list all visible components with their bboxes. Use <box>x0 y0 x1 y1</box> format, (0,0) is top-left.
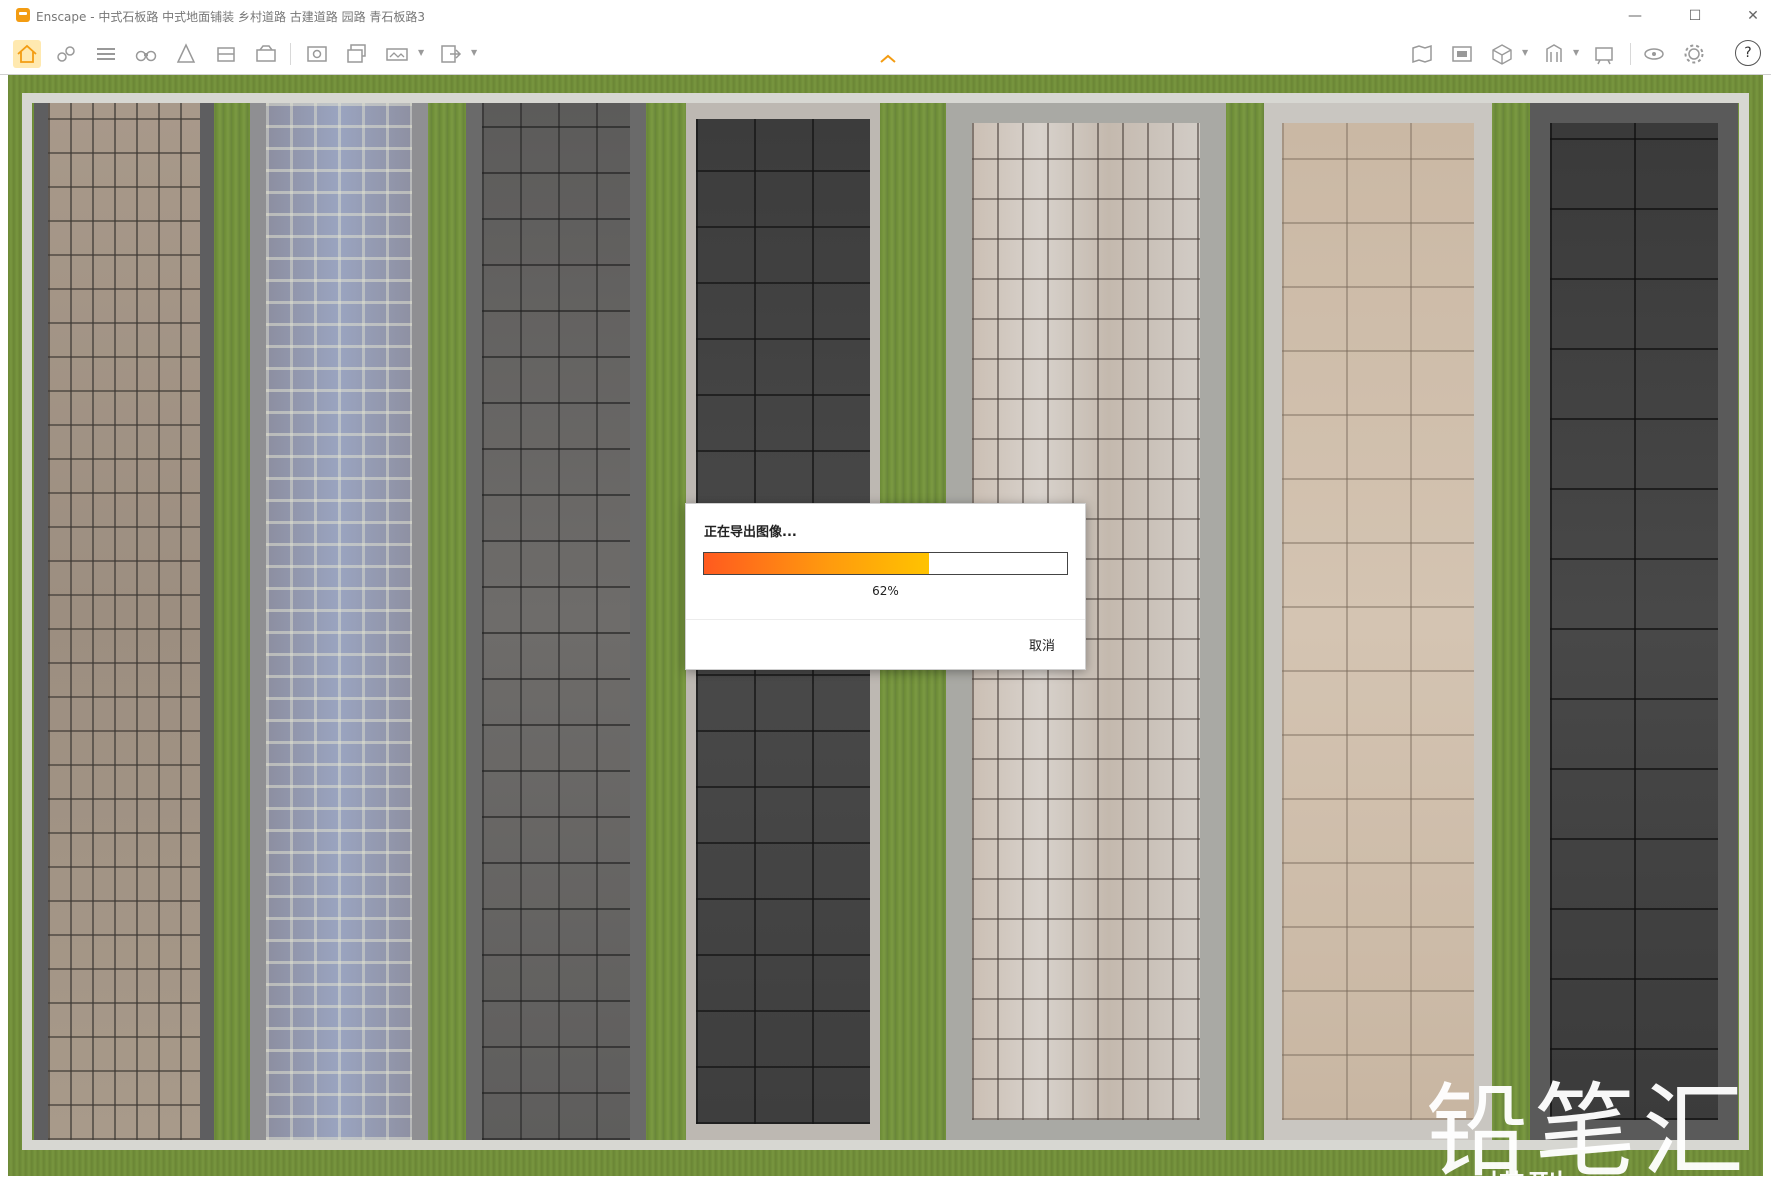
feedback-icon[interactable] <box>1640 40 1668 68</box>
enscape-logo-icon <box>16 8 30 22</box>
screenshot-icon[interactable] <box>303 40 331 68</box>
gear-icon[interactable] <box>1680 40 1708 68</box>
collapse-toolbar-icon[interactable] <box>878 52 898 66</box>
chevron-down-icon[interactable]: ▼ <box>471 49 479 57</box>
minimize-button[interactable]: — <box>1620 4 1650 28</box>
view-management-icon[interactable] <box>252 40 280 68</box>
title-bar: Enscape - 中式石板路 中式地面铺装 乡村道路 古建道路 园路 青石板路… <box>0 0 1771 35</box>
export-icon[interactable] <box>436 40 464 68</box>
link-icon[interactable] <box>52 40 80 68</box>
maximize-button[interactable]: ☐ <box>1680 4 1710 28</box>
bim-icon[interactable] <box>92 40 120 68</box>
paving-strip <box>1264 103 1492 1140</box>
progress-fill <box>704 553 930 574</box>
chevron-down-icon[interactable]: ▼ <box>418 49 426 57</box>
panorama-icon[interactable] <box>383 40 411 68</box>
progress-bar <box>703 552 1068 575</box>
chevron-down-icon[interactable]: ▼ <box>1573 49 1581 57</box>
uploads-icon[interactable] <box>1448 40 1476 68</box>
chevron-down-icon[interactable]: ▼ <box>1522 49 1530 57</box>
help-button[interactable]: ? <box>1735 40 1761 66</box>
batch-render-icon[interactable] <box>343 40 371 68</box>
paving-strip <box>466 103 646 1140</box>
settings-icon[interactable] <box>1590 40 1618 68</box>
paving-strip <box>250 103 428 1140</box>
dialog-title: 正在导出图像... <box>704 525 797 540</box>
asset-icon[interactable] <box>1540 40 1568 68</box>
cancel-button[interactable]: 取消 <box>1029 635 1055 654</box>
cube-view-icon[interactable] <box>1488 40 1516 68</box>
dialog-divider <box>686 619 1085 620</box>
progress-percent: 62% <box>872 584 899 598</box>
paving-strip <box>1530 103 1738 1140</box>
watermark-model-id: SU模型ID:363470 <box>1430 1158 1750 1176</box>
export-progress-dialog: 正在导出图像... 62% 取消 <box>685 503 1086 670</box>
toolbar-separator <box>1630 43 1631 65</box>
paving-strip <box>34 103 214 1140</box>
asset-library-icon[interactable] <box>172 40 200 68</box>
render-settings-icon[interactable] <box>212 40 240 68</box>
map-icon[interactable] <box>1408 40 1436 68</box>
close-button[interactable]: ✕ <box>1738 4 1768 28</box>
binoculars-icon[interactable] <box>132 40 160 68</box>
window-title: Enscape - 中式石板路 中式地面铺装 乡村道路 古建道路 园路 青石板路… <box>36 10 426 24</box>
home-icon[interactable] <box>13 40 41 68</box>
toolbar-separator <box>290 43 291 65</box>
